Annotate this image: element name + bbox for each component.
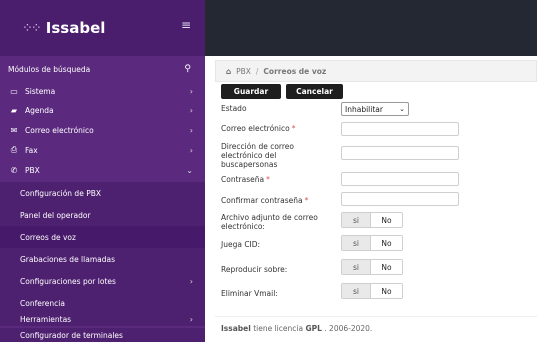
toggle-yes[interactable]: si	[342, 236, 371, 250]
play-envelope-toggle[interactable]: si No	[341, 259, 403, 275]
password-label-text: Contraseña	[221, 175, 265, 184]
sidebar-subitem-conferencia[interactable]: Conferencia	[0, 292, 205, 314]
delete-vmail-toggle[interactable]: si No	[341, 283, 403, 299]
search-icon[interactable]: ⚲	[184, 64, 191, 74]
sidebar-item-agenda[interactable]: ▰ Agenda ›	[0, 101, 205, 119]
toggle-yes[interactable]: si	[342, 213, 371, 227]
confirm-password-field[interactable]	[341, 192, 459, 206]
footer: Issabel tiene licencia GPL . 2006-2020.	[221, 324, 372, 333]
sidebar-subitem-configuracion-pbx[interactable]: Configuración de PBX	[0, 182, 205, 204]
toggle-no[interactable]: No	[371, 236, 402, 250]
footer-years: . 2006-2020.	[324, 324, 373, 333]
estado-select[interactable]: Inhabilitar ⌄	[341, 102, 409, 116]
sidebar-subitem-label: Panel del operador	[20, 210, 91, 220]
sidebar-subitem-herramientas[interactable]: Herramientas ›	[0, 312, 205, 326]
toggle-yes[interactable]: si	[342, 284, 371, 298]
required-mark: *	[266, 175, 270, 184]
sidebar-item-label: Agenda	[25, 105, 54, 115]
monitor-icon: ▭	[10, 86, 18, 96]
sidebar-item-correo[interactable]: ✉ Correo electrónico ›	[0, 121, 205, 139]
chevron-right-icon: ›	[189, 145, 193, 155]
sidebar-subitem-grabaciones[interactable]: Grabaciones de llamadas	[0, 248, 205, 270]
breadcrumb: ⌂ PBX / Correos de voz	[215, 60, 537, 82]
pager-label-line: Dirección de correo	[221, 142, 294, 151]
book-icon: ▰	[10, 105, 18, 115]
cid-label: Juega CID:	[221, 240, 261, 249]
email-label: Correo electrónico *	[221, 124, 295, 133]
attach-label-line: electrónico:	[221, 222, 265, 231]
delete-vmail-label: Eliminar Vmail:	[221, 289, 278, 298]
printer-icon: ⎙	[10, 145, 18, 154]
sidebar-subitem-label: Correos de voz	[20, 232, 76, 242]
chevron-down-icon: ⌄	[186, 165, 193, 175]
footer-divider	[215, 316, 537, 317]
sidebar-item-label: Sistema	[25, 86, 56, 96]
attach-label-line: Archivo adjunto de correo	[221, 213, 318, 222]
chevron-right-icon: ›	[189, 314, 193, 324]
sidebar-subitem-panel-operador[interactable]: Panel del operador	[0, 204, 205, 226]
footer-text: tiene licencia	[253, 324, 304, 333]
sidebar: ⁘⁘ Issabel ≡ Módulos de búsqueda ⚲ ▭ Sis…	[0, 0, 205, 342]
breadcrumb-section[interactable]: PBX	[236, 67, 251, 76]
attach-toggle[interactable]: si No	[341, 212, 403, 228]
sidebar-subitem-correos-de-voz[interactable]: Correos de voz	[0, 226, 205, 248]
footer-license[interactable]: GPL	[305, 324, 321, 333]
module-search[interactable]: Módulos de búsqueda ⚲	[0, 58, 205, 80]
toggle-yes[interactable]: si	[342, 260, 371, 274]
password-label: Contraseña *	[221, 175, 270, 184]
module-search-label: Módulos de búsqueda	[8, 64, 91, 74]
footer-brand[interactable]: Issabel	[221, 324, 251, 333]
toggle-no[interactable]: No	[371, 213, 402, 227]
cancel-button[interactable]: Cancelar	[286, 84, 343, 99]
logo-icon: ⁘⁘	[22, 20, 42, 36]
sidebar-item-label: PBX	[25, 165, 40, 175]
logo-bar: ⁘⁘ Issabel ≡	[0, 0, 205, 56]
estado-label: Estado	[221, 104, 247, 113]
phone-icon: ✆	[10, 165, 18, 175]
confirm-password-label: Confirmar contraseña *	[221, 196, 308, 205]
chevron-right-icon: ›	[189, 86, 193, 96]
play-envelope-label: Reproducir sobre:	[221, 265, 288, 274]
save-button[interactable]: Guardar	[221, 84, 281, 99]
toggle-no[interactable]: No	[371, 284, 402, 298]
sidebar-item-label: Correo electrónico	[25, 125, 94, 135]
sidebar-subitem-label: Configuración de PBX	[20, 188, 101, 198]
email-label-text: Correo electrónico	[221, 124, 290, 133]
breadcrumb-separator: /	[255, 66, 259, 76]
attach-label: Archivo adjunto de correo electrónico:	[221, 213, 318, 231]
top-navbar	[205, 0, 537, 56]
pager-label: Dirección de correo electrónico del busc…	[221, 142, 294, 169]
chevron-right-icon: ›	[189, 276, 193, 286]
email-field[interactable]	[341, 122, 459, 136]
chevron-down-icon: ⌄	[399, 105, 405, 113]
pager-label-line: electrónico del	[221, 151, 277, 160]
chevron-right-icon: ›	[189, 105, 193, 115]
pager-label-line: buscapersonas	[221, 160, 278, 169]
sidebar-subitem-label: Configurador de terminales	[20, 330, 123, 340]
sidebar-item-fax[interactable]: ⎙ Fax ›	[0, 141, 205, 159]
sidebar-item-pbx[interactable]: ✆ PBX ⌄	[0, 161, 205, 179]
home-icon[interactable]: ⌂	[226, 67, 231, 76]
sidebar-subitem-label: Herramientas	[20, 314, 72, 324]
sidebar-subitem-label: Grabaciones de llamadas	[20, 254, 115, 264]
hamburger-menu-icon[interactable]: ≡	[181, 18, 191, 32]
sidebar-subitem-label: Configuraciones por lotes	[20, 276, 116, 286]
required-mark: *	[291, 124, 296, 133]
sidebar-item-label: Fax	[25, 145, 38, 155]
confirm-password-label-text: Confirmar contraseña	[221, 196, 303, 205]
brand-name: Issabel	[45, 19, 106, 37]
sidebar-item-sistema[interactable]: ▭ Sistema ›	[0, 82, 205, 100]
sidebar-subitem-configurador-terminales[interactable]: Configurador de terminales	[0, 328, 205, 342]
breadcrumb-current: Correos de voz	[263, 66, 327, 76]
chevron-right-icon: ›	[189, 125, 193, 135]
estado-select-value: Inhabilitar	[345, 104, 383, 114]
sidebar-subitem-configuraciones-lotes[interactable]: Configuraciones por lotes ›	[0, 270, 205, 292]
envelope-icon: ✉	[10, 125, 18, 135]
toggle-no[interactable]: No	[371, 260, 402, 274]
sidebar-subitem-label: Conferencia	[20, 298, 65, 308]
password-field[interactable]	[341, 172, 459, 186]
cid-toggle[interactable]: si No	[341, 235, 403, 251]
pager-email-field[interactable]	[341, 146, 459, 160]
required-mark: *	[304, 196, 309, 205]
